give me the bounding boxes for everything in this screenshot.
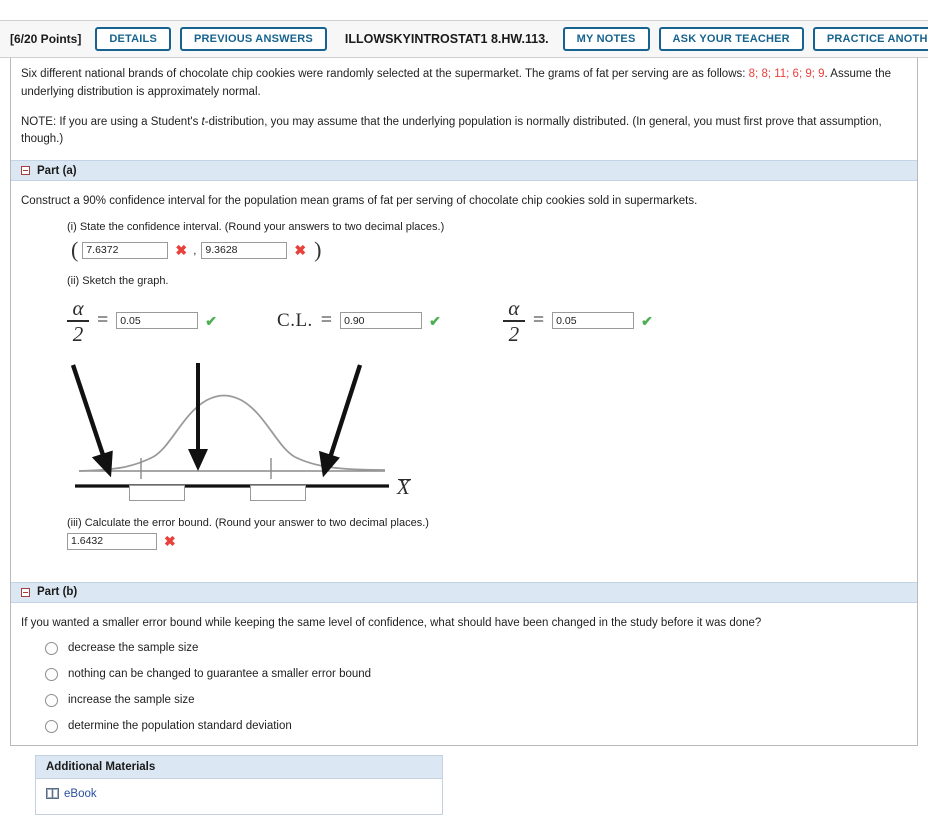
part-b-body: If you wanted a smaller error bound whil… bbox=[11, 617, 917, 815]
alpha-cl-row: α 2 = ✔ C.L. = ✔ α 2 = ✔ bbox=[67, 297, 907, 345]
ci-upper-incorrect-icon: ✖ bbox=[294, 242, 307, 259]
problem-data-values: 8; 8; 11; 6; 9; 9 bbox=[748, 68, 825, 80]
my-notes-button[interactable]: MY NOTES bbox=[562, 27, 650, 51]
ci-lower-input[interactable] bbox=[82, 241, 169, 259]
option-label: nothing can be changed to guarantee a sm… bbox=[68, 668, 372, 681]
graph-left-bound-input[interactable] bbox=[129, 484, 185, 501]
alpha-left-input[interactable] bbox=[116, 312, 199, 330]
graph-right-bound-input[interactable] bbox=[250, 484, 306, 501]
part-b-question: If you wanted a smaller error bound whil… bbox=[21, 616, 762, 629]
cl-correct-icon: ✔ bbox=[429, 312, 441, 329]
practice-another-button[interactable]: PRACTICE ANOTHER bbox=[812, 27, 928, 51]
option-row[interactable]: increase the sample size bbox=[45, 693, 907, 707]
x-bar-axis-label: X bbox=[397, 474, 411, 499]
ci-upper-input[interactable] bbox=[201, 241, 288, 259]
radio-decrease-sample-size[interactable] bbox=[45, 641, 58, 655]
radio-nothing-can-be-changed[interactable] bbox=[45, 667, 58, 681]
error-bound-incorrect-icon: ✖ bbox=[164, 533, 176, 550]
alpha-symbol-left: α bbox=[72, 296, 84, 321]
part-b-header[interactable]: Part (b) bbox=[11, 581, 917, 603]
two-symbol-right: 2 bbox=[508, 321, 520, 346]
cl-input[interactable] bbox=[340, 312, 423, 330]
alpha-symbol-right: α bbox=[508, 296, 520, 321]
problem-text-before: Six different national brands of chocola… bbox=[21, 68, 749, 80]
alpha-over-two-left: α 2 bbox=[67, 297, 89, 345]
alpha-over-two-right: α 2 bbox=[502, 296, 525, 346]
equals-sign-right: = bbox=[532, 309, 545, 332]
part-a-header[interactable]: Part (a) bbox=[11, 160, 917, 182]
equals-sign-cl: = bbox=[320, 309, 333, 332]
note-text: NOTE: If you are using a Student's t-dis… bbox=[11, 102, 917, 149]
equals-sign-left: = bbox=[97, 309, 109, 332]
radio-determine-population-sd[interactable] bbox=[45, 719, 58, 733]
ask-your-teacher-button[interactable]: ASK YOUR TEACHER bbox=[658, 27, 804, 51]
question-header-bar: [6/20 Points] DETAILS PREVIOUS ANSWERS I… bbox=[0, 20, 928, 58]
ebook-link[interactable]: eBook bbox=[64, 788, 97, 800]
alpha-right-correct-icon: ✔ bbox=[641, 312, 653, 329]
details-button[interactable]: DETAILS bbox=[95, 27, 171, 51]
part-b-label: Part (b) bbox=[37, 586, 78, 599]
additional-materials-body: eBook bbox=[36, 779, 442, 814]
sketch-svg bbox=[70, 362, 389, 488]
part-a-question: Construct a 90% confidence interval for … bbox=[21, 195, 698, 208]
question-title: ILLOWSKYINTROSTAT1 8.HW.113. bbox=[344, 32, 549, 46]
question-body-frame: Six different national brands of chocola… bbox=[10, 58, 918, 815]
alpha-right-input[interactable] bbox=[552, 312, 635, 330]
option-row[interactable]: decrease the sample size bbox=[45, 641, 907, 655]
note-prefix: NOTE: If you are using a Student's bbox=[21, 115, 202, 128]
book-icon bbox=[46, 788, 59, 800]
option-row[interactable]: determine the population standard deviat… bbox=[45, 719, 907, 733]
two-symbol-left: 2 bbox=[72, 321, 84, 346]
option-label: decrease the sample size bbox=[68, 642, 199, 655]
error-bound-row: ✖ bbox=[67, 532, 907, 550]
error-bound-input[interactable] bbox=[67, 532, 157, 550]
part-a-ii-label: (ii) Sketch the graph. bbox=[67, 275, 169, 288]
cl-label: C.L. bbox=[277, 309, 313, 331]
close-paren: ) bbox=[314, 237, 322, 263]
option-label: determine the population standard deviat… bbox=[68, 720, 292, 733]
right-arrow bbox=[318, 364, 363, 478]
part-a-i-label: (i) State the confidence interval. (Roun… bbox=[67, 221, 445, 234]
points-label: [6/20 Points] bbox=[10, 32, 82, 46]
ci-lower-incorrect-icon: ✖ bbox=[175, 242, 188, 259]
part-a-iii-label: (iii) Calculate the error bound. (Round … bbox=[67, 516, 429, 529]
collapse-minus-icon[interactable] bbox=[21, 166, 30, 176]
option-label: increase the sample size bbox=[68, 694, 195, 707]
problem-statement: Six different national brands of chocola… bbox=[11, 58, 917, 102]
open-paren: ( bbox=[71, 237, 79, 263]
option-row[interactable]: nothing can be changed to guarantee a sm… bbox=[45, 667, 907, 681]
ci-comma: , bbox=[193, 243, 197, 258]
additional-materials-title: Additional Materials bbox=[36, 755, 442, 779]
confidence-interval-row: ( ✖ , ✖ ) bbox=[67, 239, 907, 261]
alpha-left-correct-icon: ✔ bbox=[205, 312, 218, 329]
normal-distribution-sketch: X bbox=[67, 353, 587, 513]
collapse-minus-icon[interactable] bbox=[21, 587, 30, 597]
previous-answers-button[interactable]: PREVIOUS ANSWERS bbox=[180, 27, 327, 51]
radio-increase-sample-size[interactable] bbox=[45, 693, 58, 707]
part-a-label: Part (a) bbox=[37, 164, 77, 177]
left-arrow bbox=[70, 364, 113, 478]
part-a-body: Construct a 90% confidence interval for … bbox=[11, 195, 917, 570]
center-arrow bbox=[188, 362, 208, 471]
